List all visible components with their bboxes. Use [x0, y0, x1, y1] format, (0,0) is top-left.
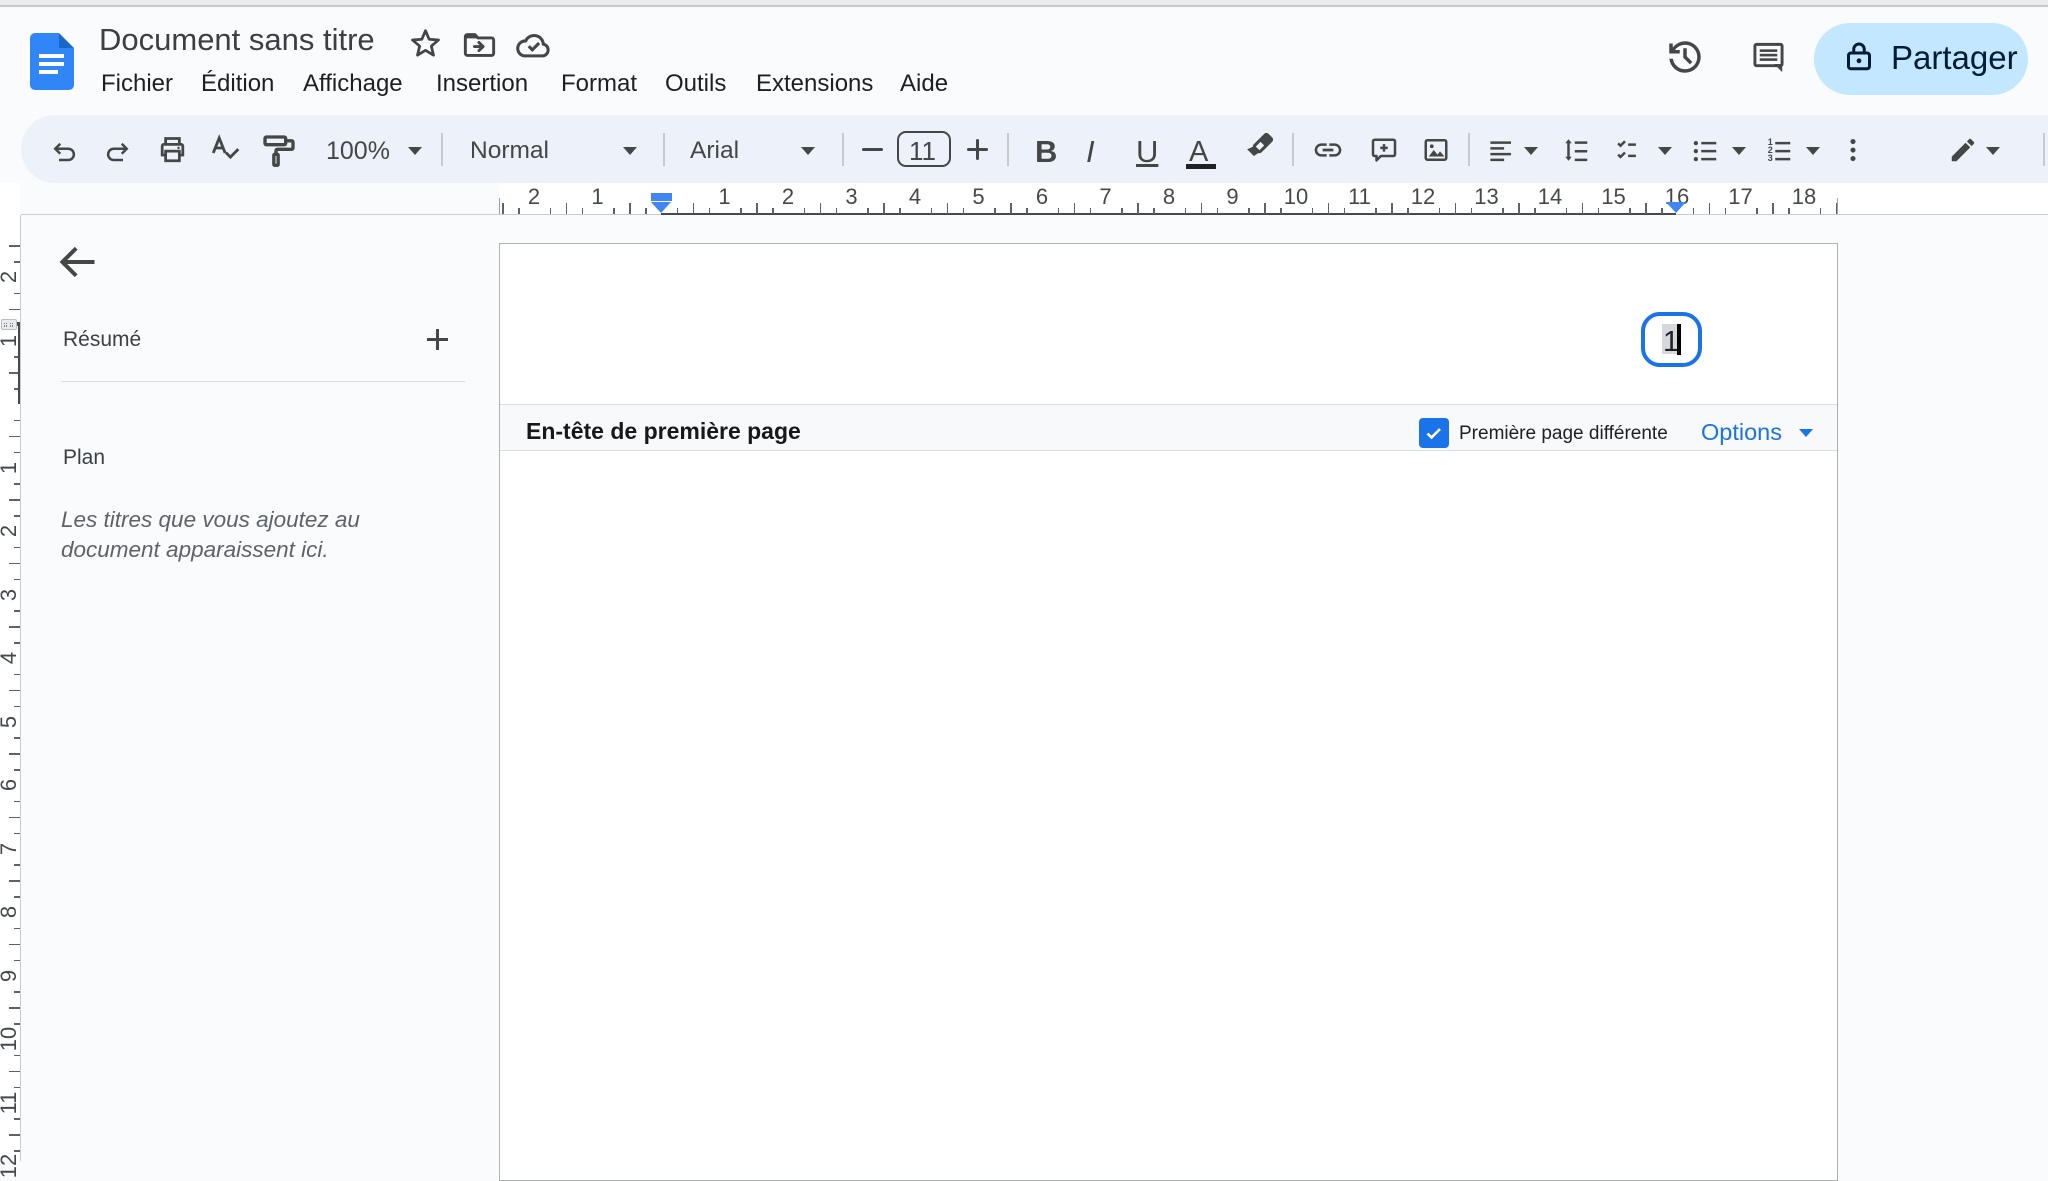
svg-text:3: 3	[1768, 153, 1773, 163]
